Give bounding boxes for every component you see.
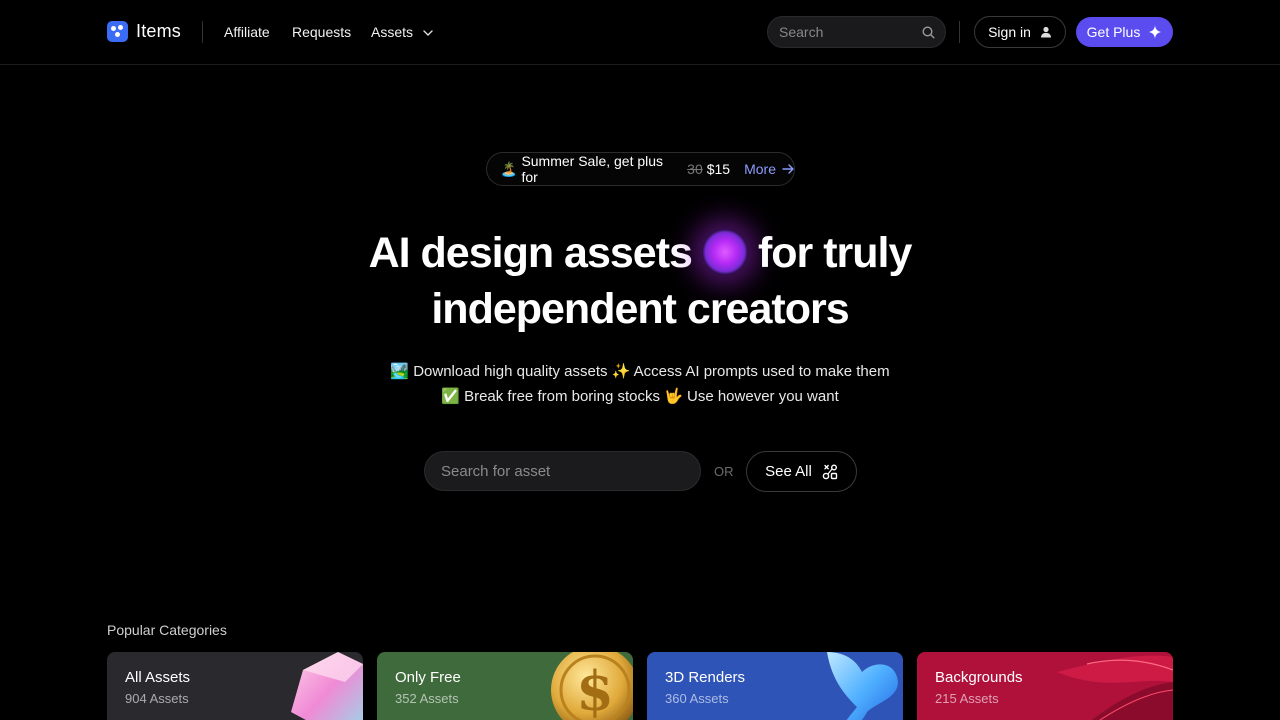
sign-in-label: Sign in bbox=[988, 24, 1031, 40]
svg-text:$: $ bbox=[576, 659, 614, 720]
3d-shape-illustration bbox=[827, 652, 898, 720]
see-all-button[interactable]: See All bbox=[746, 451, 857, 492]
promo-text: Summer Sale, get plus for bbox=[521, 153, 664, 185]
search-icon[interactable] bbox=[922, 26, 935, 39]
category-name: All Assets bbox=[125, 669, 191, 686]
category-name: Backgrounds bbox=[935, 669, 1023, 686]
brand-name: Items bbox=[136, 21, 182, 41]
coin-illustration: $ bbox=[551, 652, 633, 720]
get-plus-button[interactable]: Get Plus bbox=[1076, 17, 1173, 47]
nav-search bbox=[767, 16, 946, 48]
get-plus-label: Get Plus bbox=[1086, 24, 1141, 40]
category-name: 3D Renders bbox=[665, 669, 746, 686]
promo-old-price: 30 bbox=[687, 161, 703, 177]
promo-banner[interactable]: 🏝️ Summer Sale, get plus for 30 $15 More bbox=[486, 152, 795, 186]
hero-subtitle-line-2: ✅ Break free from boring stocks 🤟 Use ho… bbox=[441, 388, 839, 405]
hero-title-part-a: AI design assets bbox=[368, 229, 693, 277]
hero-title-line-1: AI design assets for truly bbox=[0, 225, 1280, 281]
category-count: 352 Assets bbox=[395, 691, 459, 706]
hero-title-line-2: independent creators bbox=[431, 285, 849, 333]
shapes-icon bbox=[822, 464, 838, 479]
glowing-orb-icon bbox=[701, 229, 748, 275]
category-count: 215 Assets bbox=[935, 691, 999, 706]
hero-subtitle-line-1: 🏞️ Download high quality assets ✨ Access… bbox=[390, 363, 890, 380]
category-card-only-free[interactable]: $ Only Free 352 Assets bbox=[377, 652, 633, 720]
asset-search-input[interactable] bbox=[424, 451, 701, 491]
arrow-right-icon bbox=[782, 164, 794, 174]
promo-new-price: $15 bbox=[706, 161, 731, 177]
sign-in-button[interactable]: Sign in bbox=[974, 16, 1066, 48]
logo[interactable]: Items bbox=[107, 21, 181, 42]
category-card-3d-renders[interactable]: 3D Renders 360 Assets bbox=[647, 652, 903, 720]
top-nav: Items Affiliate Requests Assets Sign in … bbox=[0, 0, 1280, 65]
nav-link-assets: Assets bbox=[371, 24, 414, 40]
category-card-backgrounds[interactable]: Backgrounds 215 Assets bbox=[917, 652, 1173, 720]
sparkle-icon bbox=[1148, 25, 1162, 39]
nav-dropdown-assets[interactable]: Assets bbox=[371, 24, 433, 40]
gem-illustration bbox=[291, 652, 363, 720]
nav-link-affiliate[interactable]: Affiliate bbox=[224, 24, 270, 40]
category-count: 904 Assets bbox=[125, 691, 189, 706]
island-emoji: 🏝️ bbox=[500, 160, 518, 177]
category-name: Only Free bbox=[395, 669, 461, 686]
promo-more-label: More bbox=[744, 161, 776, 177]
user-icon bbox=[1040, 26, 1051, 38]
promo-more-link[interactable]: More bbox=[744, 161, 794, 177]
chevron-down-icon bbox=[423, 30, 433, 37]
nav-divider bbox=[959, 21, 960, 43]
hero-title-part-b: for truly bbox=[757, 229, 912, 277]
search-input[interactable] bbox=[779, 23, 919, 41]
or-separator: OR bbox=[714, 464, 734, 479]
nav-link-requests[interactable]: Requests bbox=[292, 24, 351, 40]
popular-categories-title: Popular Categories bbox=[107, 622, 227, 638]
see-all-label: See All bbox=[765, 463, 812, 480]
category-card-all-assets[interactable]: All Assets 904 Assets bbox=[107, 652, 363, 720]
wave-illustration bbox=[1057, 655, 1173, 720]
category-count: 360 Assets bbox=[665, 691, 729, 706]
nav-divider bbox=[202, 21, 203, 43]
logo-icon bbox=[107, 21, 128, 42]
